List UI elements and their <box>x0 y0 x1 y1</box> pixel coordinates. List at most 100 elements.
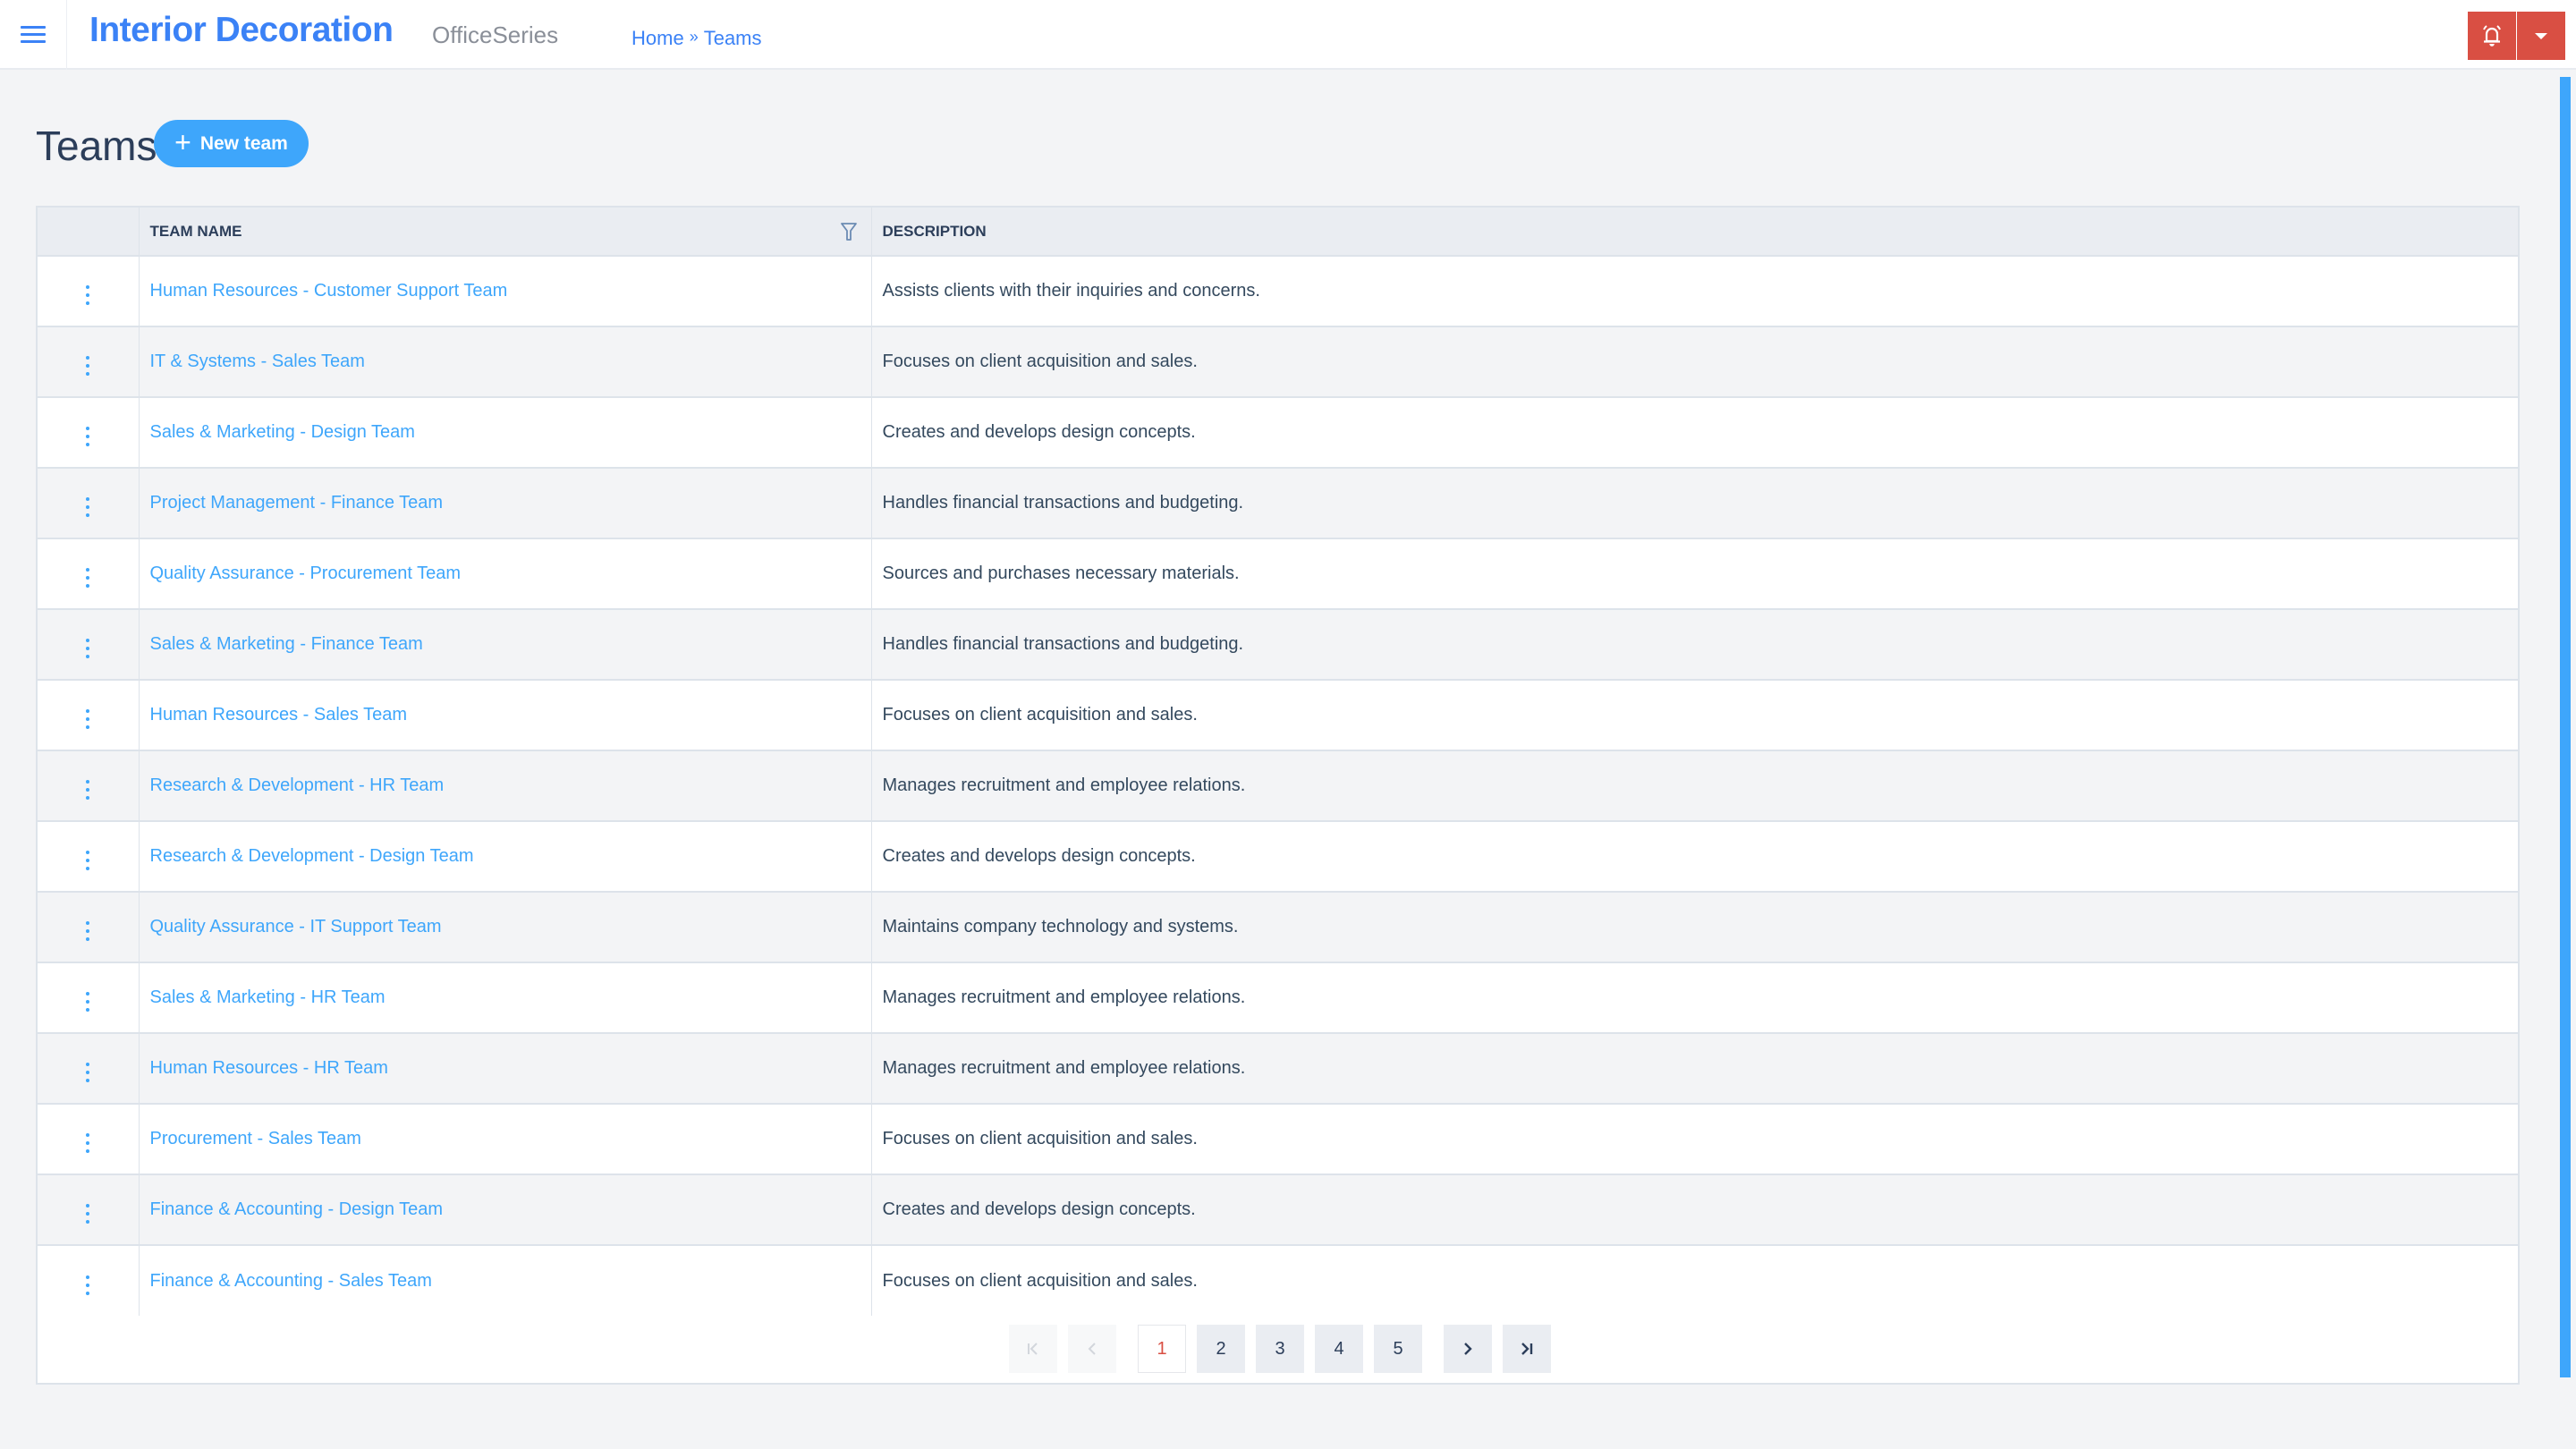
kebab-menu-icon[interactable] <box>79 564 97 591</box>
team-name-link[interactable]: Quality Assurance - Procurement Team <box>150 564 462 583</box>
team-name-cell: Project Management - Finance Team <box>139 467 872 538</box>
table-row: Sales & Marketing - Finance Team Handles … <box>38 608 2518 680</box>
notifications-button[interactable] <box>2468 12 2516 60</box>
kebab-menu-icon[interactable] <box>79 776 97 803</box>
chevron-right-icon <box>1464 1343 1472 1355</box>
column-header-team-name[interactable]: TEAM NAME <box>139 208 872 256</box>
table-row: Human Resources - Customer Support Team A… <box>38 255 2518 326</box>
table-row: Sales & Marketing - Design Team Creates a… <box>38 396 2518 468</box>
team-name-link[interactable]: Project Management - Finance Team <box>150 493 444 513</box>
table-row: Project Management - Finance Team Handles… <box>38 467 2518 538</box>
teams-table-card: TEAM NAME DESCRIPTION Human Resources - … <box>36 206 2520 1385</box>
team-name-link[interactable]: Human Resources - HR Team <box>150 1058 388 1078</box>
kebab-menu-icon[interactable] <box>79 423 97 450</box>
team-description-cell: Creates and develops design concepts. <box>871 1174 2518 1245</box>
team-name-cell: Procurement - Sales Team <box>139 1103 872 1174</box>
kebab-menu-icon[interactable] <box>79 706 97 733</box>
row-actions-cell <box>38 1174 140 1245</box>
table-row: Sales & Marketing - HR Team Manages recru… <box>38 962 2518 1033</box>
kebab-menu-icon[interactable] <box>79 988 97 1015</box>
team-name-link[interactable]: Research & Development - HR Team <box>150 775 445 795</box>
table-row: Finance & Accounting - Design Team Create… <box>38 1174 2518 1245</box>
kebab-menu-icon[interactable] <box>79 352 97 379</box>
team-description-cell: Creates and develops design concepts. <box>871 396 2518 468</box>
last-page-icon <box>1521 1343 1533 1355</box>
row-actions-cell <box>38 467 140 538</box>
row-actions-cell <box>38 679 140 750</box>
chevron-left-icon <box>1088 1343 1096 1355</box>
page-title: Teams <box>36 123 157 169</box>
row-actions-cell <box>38 820 140 892</box>
team-name-link[interactable]: Finance & Accounting - Design Team <box>150 1199 444 1219</box>
breadcrumb-home[interactable]: Home <box>631 27 684 50</box>
bell-icon <box>2483 25 2501 47</box>
page-1-button[interactable]: 1 <box>1138 1325 1186 1373</box>
filter-icon[interactable] <box>840 223 857 241</box>
teams-table: TEAM NAME DESCRIPTION Human Resources - … <box>38 208 2518 1316</box>
team-description-cell: Focuses on client acquisition and sales. <box>871 1244 2518 1316</box>
team-name-link[interactable]: Human Resources - Customer Support Team <box>150 281 508 301</box>
pagination: 1 2 3 4 5 <box>1009 1325 1562 1373</box>
table-row: Human Resources - HR Team Manages recruit… <box>38 1032 2518 1104</box>
menu-toggle-button[interactable] <box>0 0 67 70</box>
row-actions-cell <box>38 750 140 821</box>
team-description-cell: Focuses on client acquisition and sales. <box>871 679 2518 750</box>
team-name-link[interactable]: Sales & Marketing - HR Team <box>150 987 386 1007</box>
breadcrumb-teams[interactable]: Teams <box>704 27 762 50</box>
team-description-cell: Sources and purchases necessary material… <box>871 538 2518 609</box>
first-page-button[interactable] <box>1009 1325 1057 1373</box>
team-name-link[interactable]: Quality Assurance - IT Support Team <box>150 917 442 936</box>
kebab-menu-icon[interactable] <box>79 1200 97 1227</box>
kebab-menu-icon[interactable] <box>79 847 97 874</box>
column-header-team-name-label: TEAM NAME <box>149 222 242 240</box>
app-title[interactable]: Interior Decoration <box>89 11 394 50</box>
page-2-button[interactable]: 2 <box>1197 1325 1245 1373</box>
kebab-menu-icon[interactable] <box>79 635 97 662</box>
breadcrumb-separator-icon: » <box>689 27 699 46</box>
team-name-link[interactable]: Sales & Marketing - Finance Team <box>150 634 423 654</box>
vertical-scrollbar[interactable] <box>2560 77 2571 1377</box>
kebab-menu-icon[interactable] <box>79 1059 97 1086</box>
kebab-menu-icon[interactable] <box>79 918 97 945</box>
team-description-cell: Maintains company technology and systems… <box>871 891 2518 962</box>
table-row: Quality Assurance - IT Support Team Maint… <box>38 891 2518 962</box>
plus-icon: + <box>174 126 191 158</box>
next-page-button[interactable] <box>1444 1325 1492 1373</box>
team-name-link[interactable]: Finance & Accounting - Sales Team <box>150 1271 432 1291</box>
kebab-menu-icon[interactable] <box>79 1272 97 1299</box>
page-3-button[interactable]: 3 <box>1256 1325 1304 1373</box>
row-actions-cell <box>38 396 140 468</box>
kebab-menu-icon[interactable] <box>79 1130 97 1157</box>
page-4-button[interactable]: 4 <box>1315 1325 1363 1373</box>
team-name-cell: Sales & Marketing - HR Team <box>139 962 872 1033</box>
team-name-cell: Sales & Marketing - Finance Team <box>139 608 872 680</box>
team-description-cell: Manages recruitment and employee relatio… <box>871 1032 2518 1104</box>
first-page-icon <box>1028 1343 1038 1355</box>
team-description-cell: Creates and develops design concepts. <box>871 820 2518 892</box>
team-name-link[interactable]: IT & Systems - Sales Team <box>150 352 365 371</box>
kebab-menu-icon[interactable] <box>79 494 97 521</box>
team-name-link[interactable]: Human Resources - Sales Team <box>150 705 408 724</box>
team-description-cell: Focuses on client acquisition and sales. <box>871 1103 2518 1174</box>
team-description-cell: Manages recruitment and employee relatio… <box>871 962 2518 1033</box>
table-row: Research & Development - HR Team Manages … <box>38 750 2518 821</box>
table-header-row: TEAM NAME DESCRIPTION <box>38 208 2518 256</box>
kebab-menu-icon[interactable] <box>79 282 97 309</box>
team-name-link[interactable]: Procurement - Sales Team <box>150 1129 361 1148</box>
team-name-cell: Quality Assurance - Procurement Team <box>139 538 872 609</box>
previous-page-button[interactable] <box>1068 1325 1116 1373</box>
team-name-cell: Finance & Accounting - Sales Team <box>139 1244 872 1316</box>
team-name-cell: IT & Systems - Sales Team <box>139 326 872 397</box>
new-team-button[interactable]: + New team <box>154 120 309 167</box>
last-page-button[interactable] <box>1503 1325 1551 1373</box>
row-actions-cell <box>38 255 140 326</box>
page-5-button[interactable]: 5 <box>1374 1325 1422 1373</box>
user-menu-dropdown-button[interactable] <box>2517 12 2565 60</box>
team-name-link[interactable]: Sales & Marketing - Design Team <box>150 422 415 442</box>
team-description-cell: Handles financial transactions and budge… <box>871 608 2518 680</box>
row-actions-cell <box>38 962 140 1033</box>
team-name-link[interactable]: Research & Development - Design Team <box>150 846 474 866</box>
team-description-cell: Manages recruitment and employee relatio… <box>871 750 2518 821</box>
team-name-cell: Quality Assurance - IT Support Team <box>139 891 872 962</box>
hamburger-icon <box>21 26 46 44</box>
